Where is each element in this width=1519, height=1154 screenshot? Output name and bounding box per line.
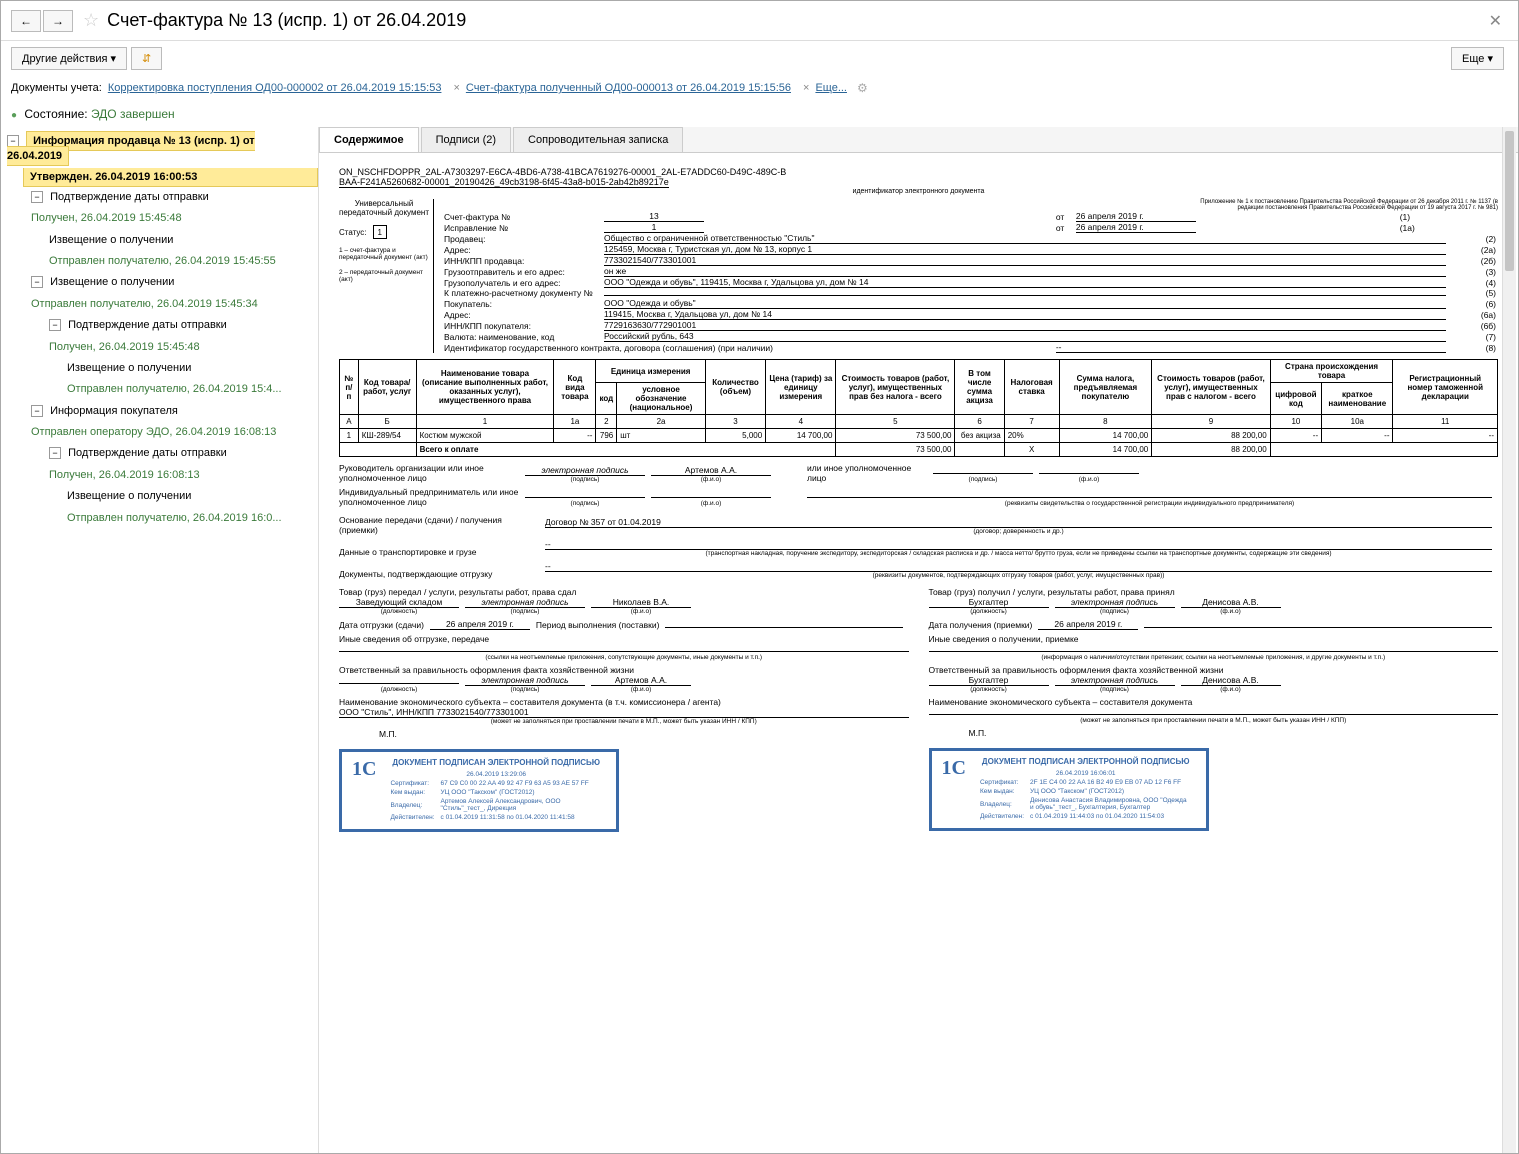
vertical-scrollbar[interactable]	[1502, 127, 1516, 1154]
items-table: № п/пКод товара/ работ, услуг Наименован…	[339, 359, 1498, 457]
tree-status: Получен, 26.04.2019 15:45:48	[1, 208, 318, 229]
tree-item[interactable]: Подтверждение даты отправки	[68, 319, 227, 331]
tree-item[interactable]: Извещение о получении	[1, 358, 318, 379]
tree-item[interactable]: Извещение о получении	[1, 230, 318, 251]
left-transfer-column: Товар (груз) передал / услуги, результат…	[339, 587, 909, 832]
titlebar: ← → ☆ Счет-фактура № 13 (испр. 1) от 26.…	[1, 1, 1518, 41]
tree-status: Отправлен получателю, 26.04.2019 15:45:3…	[1, 294, 318, 315]
status-box: 1	[373, 225, 387, 239]
sidebar-tree: − Информация продавца № 13 (испр. 1) от …	[1, 127, 319, 1154]
documents-label: Документы учета:	[11, 82, 102, 94]
structure-button[interactable]: ⇵	[131, 47, 162, 70]
signature-section: Руководитель организации или иное уполно…	[339, 463, 1498, 832]
doc-link-2[interactable]: Счет-фактура полученный ОД00-000013 от 2…	[466, 82, 791, 94]
tree-item[interactable]: Подтверждение даты отправки	[68, 447, 227, 459]
close-icon[interactable]: ✕	[1483, 11, 1508, 31]
right-receive-column: Товар (груз) получил / услуги, результат…	[929, 587, 1499, 832]
status-label: Состояние:	[24, 107, 87, 121]
tree-toggle-icon[interactable]: −	[31, 276, 43, 288]
toolbar: Другие действия ▾ ⇵ Еще ▾	[1, 41, 1518, 75]
tabs: Содержимое Подписи (2) Сопроводительная …	[319, 127, 1518, 153]
tab-content[interactable]: Содержимое	[319, 127, 419, 152]
tree-item[interactable]: Подтверждение даты отправки	[50, 191, 209, 203]
page-title: Счет-фактура № 13 (испр. 1) от 26.04.201…	[107, 10, 1482, 31]
stamp-logo-icon: 1С	[352, 758, 376, 823]
tree-toggle-icon[interactable]: −	[49, 319, 61, 331]
remove-doc-1-icon[interactable]: ×	[453, 82, 459, 94]
tab-signatures[interactable]: Подписи (2)	[421, 127, 511, 152]
signature-stamp-2: 1С ДОКУМЕНТ ПОДПИСАН ЭЛЕКТРОННОЙ ПОДПИСЬ…	[929, 748, 1209, 831]
content-area: Содержимое Подписи (2) Сопроводительная …	[319, 127, 1518, 1154]
tree-status: Получен, 26.04.2019 16:08:13	[1, 465, 318, 486]
tree-toggle-icon[interactable]: −	[31, 191, 43, 203]
tree-toggle-icon[interactable]: −	[31, 405, 43, 417]
upd-left-block: Универсальный передаточный документ Стат…	[339, 199, 434, 353]
main-area: − Информация продавца № 13 (испр. 1) от …	[1, 127, 1518, 1154]
documents-line: Документы учета: Корректировка поступлен…	[1, 75, 1518, 101]
stamp-logo-icon: 1С	[942, 757, 966, 822]
tree-status: Отправлен оператору ЭДО, 26.04.2019 16:0…	[1, 422, 318, 443]
tree-status: Отправлен получателю, 26.04.2019 15:45:5…	[1, 251, 318, 272]
status-line: ● Состояние: ЭДО завершен	[1, 101, 1518, 127]
tree-approved: Утвержден. 26.04.2019 16:00:53	[23, 168, 318, 187]
upd-right-block: Приложение № 1 к постановлению Правитель…	[434, 199, 1498, 353]
tree-seller-info[interactable]: Информация продавца № 13 (испр. 1) от 26…	[7, 131, 255, 166]
tab-cover-note[interactable]: Сопроводительная записка	[513, 127, 683, 152]
scrollbar-thumb[interactable]	[1505, 131, 1514, 271]
file-id: ON_NSCHFDOPPR_2AL-A7303297-E6CA-4BD6-A73…	[339, 167, 1498, 195]
favorite-icon[interactable]: ☆	[83, 10, 99, 31]
tree-status: Отправлен получателю, 26.04.2019 15:4...	[1, 379, 318, 400]
forward-button[interactable]: →	[43, 10, 73, 32]
tree-item[interactable]: Информация покупателя	[50, 405, 178, 417]
gear-icon[interactable]: ⚙	[857, 81, 868, 95]
document-view[interactable]: ON_NSCHFDOPPR_2AL-A7303297-E6CA-4BD6-A73…	[319, 155, 1518, 1154]
signature-stamp-1: 1С ДОКУМЕНТ ПОДПИСАН ЭЛЕКТРОННОЙ ПОДПИСЬ…	[339, 749, 619, 832]
back-button[interactable]: ←	[11, 10, 41, 32]
status-dot-icon: ●	[11, 110, 17, 121]
tree-status: Получен, 26.04.2019 15:45:48	[1, 337, 318, 358]
doc-link-1[interactable]: Корректировка поступления ОД00-000002 от…	[108, 82, 442, 94]
other-actions-button[interactable]: Другие действия ▾	[11, 47, 127, 70]
header-fields: Счет-фактура №13от26 апреля 2019 г.(1) И…	[442, 211, 1498, 353]
docs-more-link[interactable]: Еще...	[815, 82, 847, 94]
remove-doc-2-icon[interactable]: ×	[803, 82, 809, 94]
more-button[interactable]: Еще ▾	[1451, 47, 1504, 70]
tree-item[interactable]: Извещение о получении	[1, 486, 318, 507]
tree-toggle-icon[interactable]: −	[49, 447, 61, 459]
status-value: ЭДО завершен	[91, 107, 175, 121]
tree-item[interactable]: Извещение о получении	[50, 276, 174, 288]
tree-status: Отправлен получателю, 26.04.2019 16:0...	[1, 508, 318, 529]
tree-toggle-icon[interactable]: −	[7, 135, 19, 147]
app-window: ← → ☆ Счет-фактура № 13 (испр. 1) от 26.…	[0, 0, 1519, 1154]
